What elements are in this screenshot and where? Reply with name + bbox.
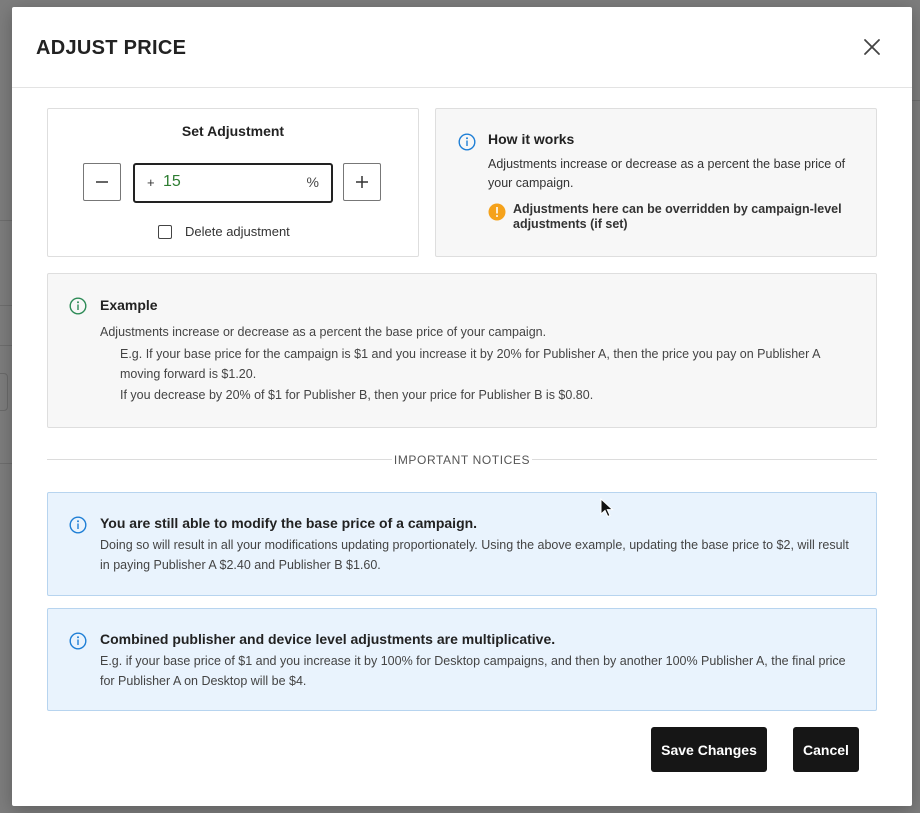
divider [532,459,877,460]
adjustment-sign: + [147,175,155,190]
background-divider [0,305,12,306]
info-icon [69,297,87,315]
example-title: Example [100,297,158,313]
notice-text: E.g. if your base price of $1 and you in… [100,654,846,688]
example-line: If you decrease by 20% of $1 for Publish… [120,388,594,402]
example-panel: Example Adjustments increase or decrease… [47,273,877,428]
set-adjustment-title: Set Adjustment [181,123,285,139]
adjustment-input[interactable]: + 15 % [133,163,333,203]
example-intro: Adjustments increase or decrease as a pe… [100,325,547,339]
decrease-button[interactable] [83,163,121,201]
background-divider [0,220,12,221]
notice-title: You are still able to modify the base pr… [100,515,478,531]
modal-title: ADJUST PRICE [36,37,187,59]
adjustment-value[interactable]: 15 [163,173,181,191]
notice-text: Doing so will result in all your modific… [100,538,849,572]
override-warning-text: Adjustments here can be overridden by ca… [513,202,842,231]
how-it-works-title: How it works [488,131,575,147]
important-notices-heading: IMPORTANT NOTICES [392,453,532,467]
how-it-works-panel: How it works Adjustments increase or dec… [435,108,877,257]
plus-icon [356,176,368,188]
close-icon [864,39,880,55]
background-divider [0,463,12,464]
notice-card: Combined publisher and device level adju… [47,608,877,711]
set-adjustment-panel: Set Adjustment + 15 % Delete adjustment [47,108,419,257]
notice-title: Combined publisher and device level adju… [100,631,556,647]
background-divider [912,100,920,101]
save-changes-button[interactable]: Save Changes [651,727,767,772]
delete-adjustment-checkbox[interactable] [158,224,172,239]
delete-adjustment-row: Delete adjustment [158,224,290,239]
modal-header: ADJUST PRICE [12,7,912,88]
cancel-button[interactable]: Cancel [793,727,859,772]
adjustment-unit: % [306,174,319,190]
increase-button[interactable] [343,163,381,201]
mouse-pointer-icon [600,498,614,518]
example-line: E.g. If your base price for the campaign… [120,347,820,381]
adjust-price-modal: ADJUST PRICE Set Adjustment + 15 % Delet… [12,7,912,806]
info-icon [458,133,476,151]
how-it-works-text: Adjustments increase or decrease as a pe… [488,157,846,190]
notice-card: You are still able to modify the base pr… [47,492,877,596]
info-icon [69,632,87,650]
divider [47,459,392,460]
warning-icon [488,203,506,221]
info-icon [69,516,87,534]
background-card [0,373,8,411]
close-button[interactable] [860,35,884,59]
background-divider [0,345,12,346]
minus-icon [96,181,108,183]
delete-adjustment-label[interactable]: Delete adjustment [185,224,290,239]
